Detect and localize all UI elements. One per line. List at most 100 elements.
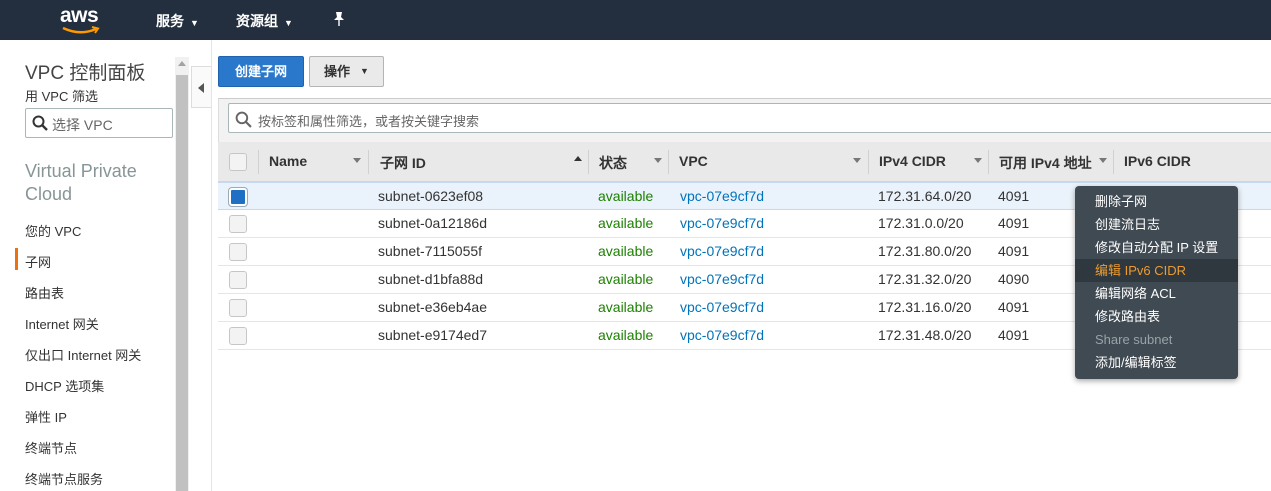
sidebar-item-elastic-ips[interactable]: 弹性 IP — [25, 407, 67, 426]
select-all-checkbox[interactable] — [229, 153, 247, 171]
aws-smile-icon — [62, 26, 100, 34]
sidebar-section-title: Virtual Private Cloud — [25, 161, 137, 204]
active-indicator — [15, 248, 18, 270]
menu-item-delete-subnet[interactable]: 删除子网 — [1075, 190, 1238, 213]
row-checkbox[interactable] — [229, 299, 247, 317]
row-checkbox[interactable] — [229, 327, 247, 345]
cell-available-ipv4: 4091 — [998, 327, 1030, 343]
cell-vpc-link[interactable]: vpc-07e9cf7d — [680, 188, 764, 204]
menu-item-edit-route-table[interactable]: 修改路由表 — [1075, 305, 1238, 328]
sort-icon[interactable] — [1099, 158, 1107, 163]
row-checkbox[interactable] — [229, 271, 247, 289]
sidebar-scrollbar[interactable] — [175, 57, 189, 491]
cell-subnet-id: subnet-e9174ed7 — [378, 327, 487, 343]
cell-state: available — [598, 215, 654, 231]
scroll-up-arrow-icon[interactable] — [178, 61, 186, 66]
create-subnet-button[interactable]: 创建子网 — [218, 56, 304, 87]
aws-logo[interactable]: aws — [60, 4, 104, 36]
pin-icon[interactable] — [332, 11, 346, 30]
collapse-sidebar-button[interactable] — [191, 66, 211, 108]
chevron-down-icon: ▼ — [284, 18, 293, 28]
column-header-ipv6-cidr[interactable]: IPv6 CIDR — [1124, 153, 1191, 169]
column-header-subnet-id[interactable]: 子网 ID — [380, 153, 426, 173]
row-checkbox[interactable] — [229, 188, 247, 206]
sidebar-item-your-vpcs[interactable]: 您的 VPC — [25, 221, 81, 240]
cell-subnet-id: subnet-0a12186d — [378, 215, 487, 231]
sidebar-item-subnets[interactable]: 子网 — [25, 252, 51, 271]
cell-state: available — [598, 299, 654, 315]
actions-context-menu: 删除子网 创建流日志 修改自动分配 IP 设置 编辑 IPv6 CIDR 编辑网… — [1075, 186, 1238, 379]
cell-subnet-id: subnet-0623ef08 — [378, 188, 484, 204]
column-separator — [668, 150, 669, 174]
top-navigation-bar: aws 服务 ▼ 资源组 ▼ — [0, 0, 1271, 40]
chevron-down-icon: ▼ — [360, 66, 369, 76]
row-checkbox[interactable] — [229, 243, 247, 261]
sort-icon[interactable] — [974, 158, 982, 163]
vpc-filter-select[interactable]: 选择 VPC — [25, 108, 173, 138]
cell-available-ipv4: 4091 — [998, 215, 1030, 231]
sidebar-item-route-tables[interactable]: 路由表 — [25, 283, 64, 302]
cell-available-ipv4: 4091 — [998, 243, 1030, 259]
sidebar-item-egress-only-gateways[interactable]: 仅出口 Internet 网关 — [25, 345, 141, 364]
cell-subnet-id: subnet-d1bfa88d — [378, 271, 484, 287]
cell-state: available — [598, 188, 654, 204]
cell-vpc-link[interactable]: vpc-07e9cf7d — [680, 327, 764, 343]
search-icon — [235, 111, 252, 128]
aws-logo-text: aws — [60, 4, 99, 27]
services-menu[interactable]: 服务 ▼ — [156, 11, 199, 31]
sort-ascending-icon[interactable] — [574, 156, 582, 161]
sort-icon[interactable] — [353, 158, 361, 163]
menu-item-modify-auto-assign-ip[interactable]: 修改自动分配 IP 设置 — [1075, 236, 1238, 259]
column-header-vpc[interactable]: VPC — [679, 153, 708, 169]
column-separator — [1113, 150, 1114, 174]
cell-state: available — [598, 327, 654, 343]
scrollbar-thumb[interactable] — [176, 75, 188, 491]
cell-vpc-link[interactable]: vpc-07e9cf7d — [680, 215, 764, 231]
chevron-left-icon — [198, 83, 204, 93]
cell-available-ipv4: 4091 — [998, 188, 1030, 204]
row-checkbox[interactable] — [229, 215, 247, 233]
resource-groups-menu[interactable]: 资源组 ▼ — [236, 11, 293, 31]
search-icon — [32, 115, 48, 131]
cell-state: available — [598, 243, 654, 259]
cell-ipv4-cidr: 172.31.0.0/20 — [878, 215, 964, 231]
menu-item-add-edit-tags[interactable]: 添加/编辑标签 — [1075, 351, 1238, 374]
menu-item-edit-network-acl[interactable]: 编辑网络 ACL — [1075, 282, 1238, 305]
cell-vpc-link[interactable]: vpc-07e9cf7d — [680, 243, 764, 259]
services-label: 服务 — [156, 13, 184, 29]
column-separator — [258, 150, 259, 174]
cell-ipv4-cidr: 172.31.16.0/20 — [878, 299, 972, 315]
cell-subnet-id: subnet-e36eb4ae — [378, 299, 487, 315]
cell-ipv4-cidr: 172.31.32.0/20 — [878, 271, 972, 287]
sidebar-item-endpoint-services[interactable]: 终端节点服务 — [25, 469, 103, 488]
column-separator — [368, 150, 369, 174]
cell-ipv4-cidr: 172.31.48.0/20 — [878, 327, 972, 343]
actions-button[interactable]: 操作 ▼ — [309, 56, 384, 87]
cell-state: available — [598, 271, 654, 287]
menu-item-share-subnet: Share subnet — [1095, 332, 1173, 347]
search-placeholder: 按标签和属性筛选，或者按关键字搜索 — [258, 114, 480, 129]
sidebar-item-dhcp-options[interactable]: DHCP 选项集 — [25, 376, 104, 395]
table-header: Name 子网 ID 状态 VPC IPv4 CIDR 可用 IPv4 地址 I… — [218, 142, 1271, 182]
column-header-ipv4-cidr[interactable]: IPv4 CIDR — [879, 153, 946, 169]
sort-icon[interactable] — [853, 158, 861, 163]
chevron-down-icon: ▼ — [190, 18, 199, 28]
menu-item-create-flow-log[interactable]: 创建流日志 — [1075, 213, 1238, 236]
column-header-available-ipv4[interactable]: 可用 IPv4 地址 — [999, 153, 1092, 173]
sidebar-item-internet-gateways[interactable]: Internet 网关 — [25, 314, 99, 333]
sidebar-title[interactable]: VPC 控制面板 — [25, 58, 145, 85]
cell-available-ipv4: 4091 — [998, 299, 1030, 315]
sidebar: VPC 控制面板 用 VPC 筛选 选择 VPC Virtual Private… — [0, 40, 175, 491]
sidebar-item-endpoints[interactable]: 终端节点 — [25, 438, 77, 457]
sort-icon[interactable] — [654, 158, 662, 163]
menu-item-edit-ipv6-cidr[interactable]: 编辑 IPv6 CIDR — [1075, 259, 1238, 282]
panel-divider — [211, 40, 212, 491]
column-separator — [988, 150, 989, 174]
cell-vpc-link[interactable]: vpc-07e9cf7d — [680, 271, 764, 287]
column-header-name[interactable]: Name — [269, 153, 307, 169]
vpc-filter-placeholder: 选择 VPC — [52, 117, 113, 133]
column-separator — [588, 150, 589, 174]
search-input[interactable]: 按标签和属性筛选，或者按关键字搜索 — [228, 103, 1271, 133]
column-header-state[interactable]: 状态 — [599, 153, 627, 173]
cell-vpc-link[interactable]: vpc-07e9cf7d — [680, 299, 764, 315]
